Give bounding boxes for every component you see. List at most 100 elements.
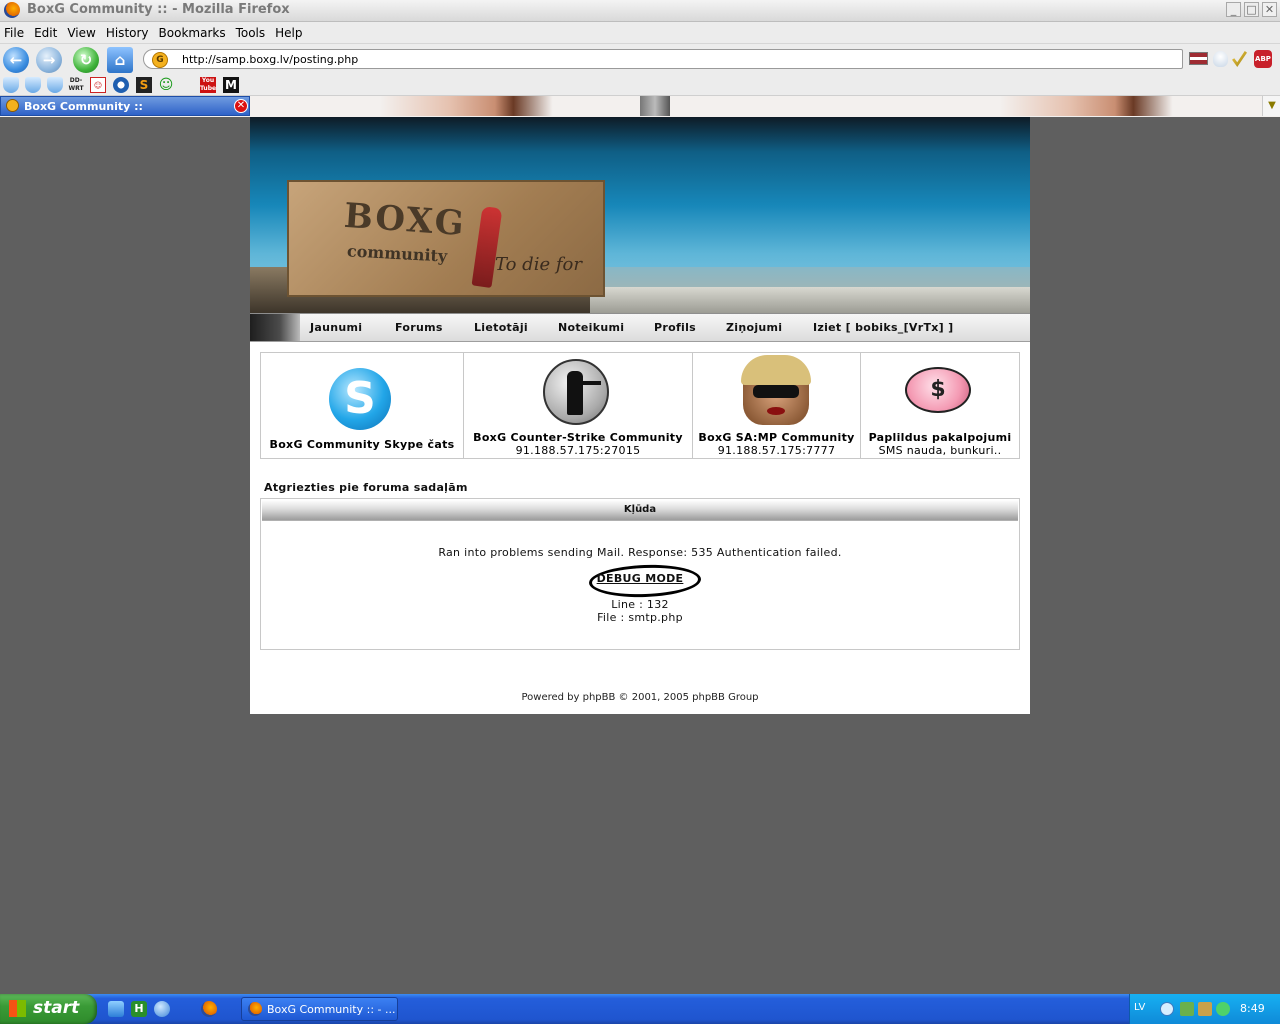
youtube-icon[interactable]: You Tube [200, 77, 216, 93]
address-bar[interactable]: G [143, 49, 1183, 69]
nav-logout[interactable]: Iziet [ bobiks_[VrTx] ] [813, 321, 953, 334]
ie-icon[interactable] [108, 1001, 124, 1017]
start-label: start [33, 998, 80, 1018]
banner-brand-sub: community [346, 241, 448, 266]
service-name: BoxG SA:MP Community [698, 431, 855, 444]
url-input[interactable] [182, 51, 1142, 67]
reload-button[interactable]: ↻ [73, 47, 99, 73]
minimize-button[interactable]: _ [1226, 2, 1241, 17]
menu-edit[interactable]: Edit [29, 23, 62, 40]
banner-billboard: BOXG community To die for [287, 180, 605, 297]
service-extra[interactable]: $ Paplildus pakalpojumi SMS nauda, bunku… [861, 353, 1019, 458]
m-icon[interactable]: M [223, 77, 239, 93]
network-icon[interactable] [1180, 1002, 1194, 1016]
service-name: BoxG Counter-Strike Community [473, 431, 683, 444]
debug-mode-label: DEBUG MODE [596, 572, 684, 585]
start-button[interactable]: start [0, 994, 97, 1024]
home-icon: ⌂ [114, 51, 126, 69]
latvian-flag-icon[interactable] [1189, 52, 1208, 65]
speaker-icon[interactable] [1198, 1002, 1212, 1016]
forward-icon: → [42, 51, 56, 69]
taskbar: start H BoxG Community :: - ... LV 8:49 [0, 994, 1280, 1024]
home-button[interactable]: ⌂ [107, 47, 133, 73]
tab-boxg-community[interactable]: BoxG Community :: ✕ [0, 96, 250, 116]
services-table: S BoxG Community Skype čats BoxG Counter… [260, 352, 1020, 459]
adblock-icon[interactable]: ABP [1254, 50, 1272, 68]
service-description: SMS nauda, bunkuri.. [878, 444, 1002, 457]
samp-character-icon [741, 355, 811, 425]
menu-bookmarks[interactable]: Bookmarks [154, 23, 231, 40]
reload-icon: ↻ [79, 51, 93, 69]
tab-strip: BoxG Community :: ✕ ▼ [0, 96, 1280, 117]
clock: 8:49 [1240, 1002, 1265, 1015]
tab-label: BoxG Community :: [24, 100, 143, 113]
task-label: BoxG Community :: - ... [267, 1003, 396, 1016]
banner-tagline: To die for [495, 254, 582, 275]
tab-list-button[interactable]: ▼ [1262, 96, 1280, 116]
error-panel: Kļūda Ran into problems sending Mail. Re… [260, 498, 1020, 650]
nav-jaunumi[interactable]: Jaunumi [310, 321, 362, 334]
arrow-icon[interactable] [1160, 1002, 1174, 1016]
error-message: Ran into problems sending Mail. Response… [438, 546, 842, 559]
window-title: BoxG Community :: - Mozilla Firefox [27, 2, 290, 17]
site-banner: BOXG community To die for [250, 117, 1030, 313]
site-favicon [6, 99, 19, 112]
service-samp[interactable]: BoxG SA:MP Community 91.188.57.175:7777 [693, 353, 861, 458]
nav-lietotaji[interactable]: Lietotāji [474, 321, 528, 334]
bookmarks-toolbar: DD-WRT ☺ S ☺ You Tube M [0, 75, 1280, 96]
dd-wrt-icon[interactable]: DD-WRT [68, 77, 84, 93]
piggy-bank-icon: $ [905, 367, 971, 413]
menu-file[interactable]: File [0, 23, 29, 40]
forward-button[interactable]: → [36, 47, 62, 73]
nav-zinojumi[interactable]: Ziņojumi [726, 321, 782, 334]
service-counter-strike[interactable]: BoxG Counter-Strike Community 91.188.57.… [464, 353, 693, 458]
error-heading: Kļūda [262, 500, 1018, 521]
profile-card-icon[interactable]: ☺ [90, 77, 106, 93]
shield-icon[interactable] [25, 77, 41, 93]
s-icon[interactable]: S [136, 77, 152, 93]
ad-decoration [380, 96, 610, 116]
security-icon[interactable] [1216, 1002, 1230, 1016]
nav-profils[interactable]: Profils [654, 321, 696, 334]
nav-left-shade [250, 314, 300, 341]
menu-bar: File Edit View History Bookmarks Tools Help [0, 22, 1280, 44]
shield-icon[interactable] [47, 77, 63, 93]
service-name: BoxG Community Skype čats [269, 438, 455, 451]
service-skype[interactable]: S BoxG Community Skype čats [261, 353, 464, 458]
site-nav: Jaunumi Forums Lietotāji Noteikumi Profi… [250, 313, 1030, 342]
firefox-icon[interactable] [201, 1001, 217, 1017]
menu-view[interactable]: View [62, 23, 100, 40]
menu-help[interactable]: Help [270, 23, 307, 40]
error-file: File : smtp.php [597, 611, 683, 624]
banner-figure [471, 205, 503, 289]
system-tray: LV 8:49 [1129, 994, 1280, 1024]
ad-decoration [1000, 96, 1230, 116]
web-page: BOXG community To die for Jaunumi Forums… [250, 117, 1030, 714]
nav-noteikumi[interactable]: Noteikumi [558, 321, 624, 334]
globe-icon[interactable] [113, 77, 129, 93]
ad-decoration [640, 96, 670, 116]
menu-tools[interactable]: Tools [231, 23, 271, 40]
nav-forums[interactable]: Forums [395, 321, 443, 334]
close-tab-button[interactable]: ✕ [234, 99, 248, 113]
back-button[interactable]: ← [3, 47, 29, 73]
window-titlebar: BoxG Community :: - Mozilla Firefox _ □ … [0, 0, 1280, 22]
close-window-button[interactable]: ✕ [1262, 2, 1277, 17]
windows-logo-icon [9, 1000, 26, 1017]
taskbar-firefox-window[interactable]: BoxG Community :: - ... [241, 997, 398, 1021]
back-to-forum-link[interactable]: Atgriezties pie foruma sadaļām [264, 481, 468, 494]
language-indicator[interactable]: LV [1134, 1002, 1145, 1013]
banner-brand: BOXG [342, 195, 468, 245]
service-name: Paplildus pakalpojumi [868, 431, 1012, 444]
bulb-icon[interactable] [1213, 51, 1228, 67]
shield-icon[interactable] [3, 77, 19, 93]
maximize-button[interactable]: □ [1244, 2, 1259, 17]
h-icon[interactable]: H [131, 1001, 147, 1017]
back-icon: ← [9, 51, 23, 69]
page-footer: Powered by phpBB © 2001, 2005 phpBB Grou… [521, 692, 759, 703]
smile-icon[interactable]: ☺ [158, 77, 174, 93]
menu-history[interactable]: History [101, 23, 154, 40]
site-favicon: G [152, 52, 168, 68]
messenger-icon[interactable] [154, 1001, 170, 1017]
firefox-icon [248, 1002, 262, 1016]
